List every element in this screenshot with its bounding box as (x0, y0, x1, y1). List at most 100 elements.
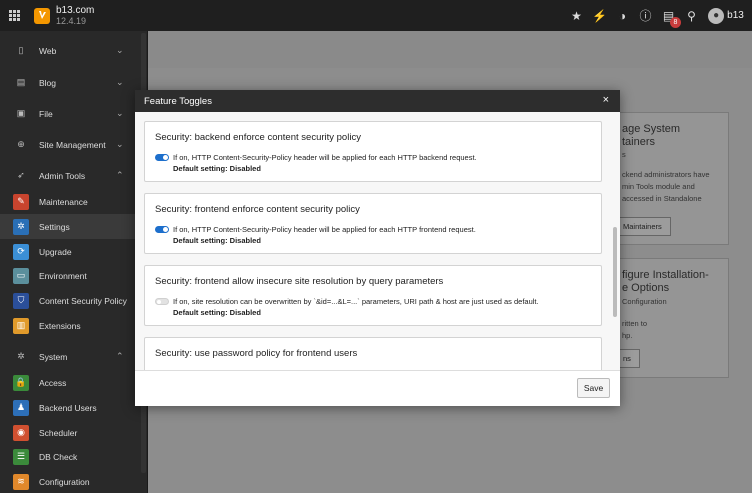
feature-title: Security: frontend enforce content secur… (155, 204, 360, 215)
page-icon: ▯ (18, 45, 24, 55)
card-title-line: e Options (622, 282, 670, 294)
sidebar-item-extensions[interactable]: ▥ Extensions (0, 313, 145, 338)
sidebar-item-label: Settings (39, 221, 70, 232)
modal-header: Feature Toggles × (135, 90, 620, 112)
sidebar-item-label: Web (39, 45, 57, 56)
feature-toggle-panel: Security: backend enforce content securi… (144, 121, 602, 182)
sidebar-item-label: System (39, 351, 68, 362)
sidebar-item-db-check[interactable]: ☰ DB Check (0, 444, 145, 469)
sidebar-item-settings[interactable]: ✲ Settings (0, 214, 145, 239)
extension-icon: ▥ (13, 317, 29, 334)
sidebar-item-label: Maintenance (39, 196, 88, 207)
user-icon: ♟ (13, 399, 29, 416)
sidebar-item-label: Upgrade (39, 246, 72, 257)
feature-toggles-modal: Feature Toggles × Security: backend enfo… (135, 90, 620, 406)
sidebar-item-label: Site Management (39, 139, 106, 150)
sidebar-item-label: Backend Users (39, 402, 97, 413)
card-text-line: min Tools module and (622, 182, 695, 191)
sidebar-item-label: Blog (39, 77, 57, 88)
gear-icon: ✲ (13, 218, 29, 235)
save-button[interactable]: Save (577, 378, 610, 398)
feature-description: If on, site resolution can be overwritte… (173, 297, 539, 306)
system-icon: ✲ (17, 351, 25, 361)
sidebar-item-content-security-policy[interactable]: ⛉ Content Security Policy (0, 288, 145, 313)
sidebar-item-configuration[interactable]: ≋ Configuration (0, 469, 145, 493)
sidebar-item-label: Content Security Policy (39, 295, 127, 306)
site-icon: ⊕ (17, 139, 25, 149)
sidebar-item-label: Extensions (39, 320, 81, 331)
system-info-icon[interactable]: ▤ 8 (660, 7, 681, 28)
configure-options-card: figure Installation- e Options Configura… (613, 258, 729, 378)
typo3-logo-icon[interactable] (34, 7, 50, 24)
sidebar-item-label: Environment (39, 270, 87, 281)
card-title-line: figure Installation- (622, 269, 709, 281)
bookmark-icon[interactable]: ★ (568, 7, 585, 24)
sidebar-item-label: Scheduler (39, 427, 78, 438)
toggle-switch[interactable] (155, 154, 169, 161)
sidebar-item-file[interactable]: ▣ File ⌄ (0, 101, 145, 126)
modal-body[interactable]: Security: backend enforce content securi… (135, 112, 620, 370)
search-icon[interactable]: ⚲ (683, 7, 700, 24)
chevron-down-icon[interactable]: ⌄ (116, 108, 124, 119)
site-name: b13.com (56, 4, 95, 16)
feature-toggle-panel: Security: frontend enforce content secur… (144, 193, 602, 254)
sidebar-item-system[interactable]: ✲ System ⌃ (0, 344, 145, 369)
sidebar-item-admin-tools[interactable]: ➶ Admin Tools ⌃ (0, 163, 145, 188)
user-menu[interactable]: ● b13 (706, 7, 746, 24)
sidebar-item-label: File (39, 108, 53, 119)
card-text-line: ckend administrators have (622, 170, 710, 179)
help-circle-icon[interactable]: ◑ (614, 7, 631, 24)
chevron-down-icon[interactable]: ⌄ (116, 139, 124, 150)
sidebar-item-environment[interactable]: ▭ Environment (0, 263, 145, 288)
toolbar-actions: ★ ⚡ ◑ ⓘ ▤ 8 ⚲ ● b13 (568, 0, 746, 31)
default-setting: Default setting: Disabled (173, 236, 261, 245)
sidebar-item-blog[interactable]: ▤ Blog ⌄ (0, 70, 145, 95)
sidebar-item-label: Configuration (39, 476, 90, 487)
maintainers-card: age System tainers s ckend administrator… (613, 112, 729, 245)
blog-icon: ▤ (16, 77, 26, 87)
chevron-down-icon[interactable]: ⌄ (116, 45, 124, 56)
top-bar: b13.com 12.4.19 ★ ⚡ ◑ ⓘ ▤ 8 ⚲ ● b13 (0, 0, 752, 31)
maintainers-button[interactable]: Maintainers (614, 217, 671, 236)
card-title-line: tainers (622, 136, 656, 148)
feature-title: Security: frontend allow insecure site r… (155, 276, 444, 287)
user-avatar-icon: ● (708, 7, 725, 24)
sidebar-item-web[interactable]: ▯ Web ⌄ (0, 38, 145, 63)
sidebar-item-access[interactable]: 🔒 Access (0, 370, 145, 395)
user-name: b13 (727, 10, 744, 21)
sidebar-item-label: Admin Tools (39, 170, 86, 181)
modal-scrollbar[interactable] (613, 227, 617, 317)
sidebar-item-label: Access (39, 377, 67, 388)
chevron-down-icon[interactable]: ⌄ (116, 77, 124, 88)
feature-title: Security: use password policy for fronte… (155, 348, 358, 359)
sidebar-item-backend-users[interactable]: ♟ Backend Users (0, 395, 145, 420)
version-label: 12.4.19 (56, 15, 87, 26)
chevron-up-icon[interactable]: ⌃ (116, 170, 124, 181)
card-subtitle: s (622, 150, 626, 159)
chevron-up-icon[interactable]: ⌃ (116, 351, 124, 362)
grid-icon (8, 10, 20, 21)
modal-title: Feature Toggles (144, 95, 212, 107)
card-text-line: accessed in Standalone (622, 194, 702, 203)
sidebar-item-site-management[interactable]: ⊕ Site Management ⌄ (0, 132, 145, 157)
notification-badge: 8 (670, 17, 681, 28)
flash-icon[interactable]: ⚡ (591, 7, 608, 24)
sidebar-item-maintenance[interactable]: ✎ Maintenance (0, 189, 145, 214)
module-menu-toggle[interactable] (0, 0, 28, 31)
toggle-switch[interactable] (155, 226, 169, 233)
configuration-icon: ≋ (13, 473, 29, 490)
card-subtitle: Configuration (622, 297, 667, 306)
lock-icon: 🔒 (13, 374, 29, 391)
close-icon[interactable]: × (603, 94, 609, 106)
site-info: b13.com 12.4.19 (56, 4, 95, 26)
question-icon[interactable]: ⓘ (637, 7, 654, 24)
upgrade-icon: ⟳ (13, 243, 29, 260)
toggle-switch[interactable] (155, 298, 169, 305)
rocket-icon: ➶ (17, 170, 25, 180)
scheduler-icon: ◉ (13, 424, 29, 441)
sidebar-item-upgrade[interactable]: ⟳ Upgrade (0, 239, 145, 264)
feature-toggle-panel: Security: use password policy for fronte… (144, 337, 602, 370)
feature-description: If on, HTTP Content-Security-Policy head… (173, 225, 476, 234)
sidebar-item-scheduler[interactable]: ◉ Scheduler (0, 420, 145, 445)
default-setting: Default setting: Disabled (173, 308, 261, 317)
